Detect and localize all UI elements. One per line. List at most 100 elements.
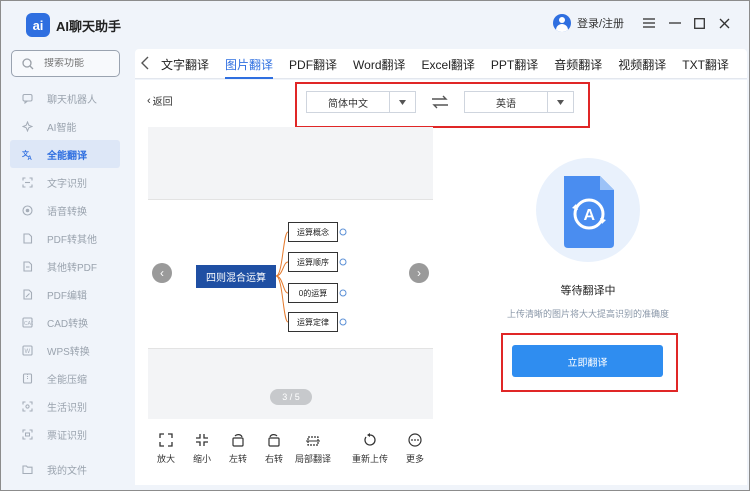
- reupload-button[interactable]: 重新上传: [352, 432, 388, 465]
- sidebar-item-label: 全能翻译: [47, 150, 87, 162]
- chevron-down-icon: [547, 92, 573, 112]
- folder-icon: [22, 464, 33, 474]
- chevron-left-icon: ‹: [160, 266, 164, 280]
- mindmap-root: 四则混合运算: [196, 265, 276, 288]
- sidebar-item-cad[interactable]: CAD CAD转换: [10, 308, 120, 336]
- sidebar-item-pdf-edit[interactable]: PDF编辑: [10, 280, 120, 308]
- source-language-select[interactable]: 简体中文: [306, 91, 416, 113]
- translate-now-button[interactable]: 立即翻译: [512, 345, 663, 377]
- tab-ppt-translate[interactable]: PPT翻译: [483, 49, 546, 79]
- search-input[interactable]: [44, 58, 104, 69]
- status-title: 等待翻译中: [560, 285, 616, 297]
- rotate-right-button[interactable]: 右转: [257, 432, 291, 465]
- zoom-out-button[interactable]: 缩小: [185, 432, 219, 465]
- pdf-edit-icon: [22, 288, 33, 300]
- tool-label: 右转: [264, 454, 283, 464]
- rotate-right-icon: [266, 432, 282, 448]
- svg-text:A: A: [28, 156, 33, 160]
- zoom-in-button[interactable]: 放大: [149, 432, 183, 465]
- sidebar-item-label: 聊天机器人: [47, 94, 97, 106]
- translate-illustration: A: [536, 158, 640, 262]
- cad-icon: CAD: [22, 316, 33, 328]
- sidebar: ai AI聊天助手 聊天机器人 AI智能 文A 全能翻译 文字识别 语音转换 PD…: [2, 2, 129, 490]
- swap-languages-icon[interactable]: [431, 95, 449, 109]
- close-button[interactable]: [716, 15, 732, 31]
- search-box[interactable]: [11, 50, 120, 77]
- sidebar-item-label: 文字识别: [47, 178, 87, 190]
- sidebar-item-compress[interactable]: 全能压缩: [10, 364, 120, 392]
- sidebar-item-label: 语音转换: [47, 206, 87, 218]
- svg-text:W: W: [25, 349, 31, 355]
- tab-word-translate[interactable]: Word翻译: [345, 49, 413, 79]
- tab-image-translate[interactable]: 图片翻译: [217, 49, 281, 79]
- maximize-button[interactable]: [691, 15, 707, 31]
- sidebar-item-chatbot[interactable]: 聊天机器人: [10, 84, 120, 112]
- rotate-left-button[interactable]: 左转: [221, 432, 255, 465]
- more-icon: [407, 432, 423, 448]
- language-selector-group: 简体中文 英语: [295, 82, 590, 128]
- image-preview: 四则混合运算 运算概念 运算顺序 0的运算 运算定律 ‹ › 3 / 5: [148, 127, 433, 419]
- source-language-value: 简体中文: [328, 98, 368, 110]
- tool-label: 左转: [228, 454, 247, 464]
- sidebar-item-ticket[interactable]: 票证识别: [10, 420, 120, 448]
- target-language-select[interactable]: 英语: [464, 91, 574, 113]
- app-brand: ai AI聊天助手: [26, 13, 121, 37]
- mindmap-node: 0的运算: [288, 283, 338, 303]
- partial-translate-button[interactable]: 局部翻译: [295, 432, 332, 465]
- sidebar-item-label: PDF转其他: [47, 234, 97, 246]
- rotate-left-icon: [230, 432, 246, 448]
- ocr-icon: [22, 176, 33, 188]
- sidebar-item-voice[interactable]: 语音转换: [10, 196, 120, 224]
- svg-text:CAD: CAD: [24, 321, 33, 327]
- svg-text:A: A: [584, 207, 596, 224]
- shrink-icon: [194, 432, 210, 448]
- tool-label: 局部翻译: [295, 454, 332, 464]
- login-label: 登录/注册: [577, 18, 625, 30]
- translate-tab-bar: 文字翻译 图片翻译 PDF翻译 Word翻译 Excel翻译 PPT翻译 音频翻…: [135, 49, 747, 79]
- page-indicator: 3 / 5: [270, 389, 312, 405]
- sidebar-item-wps[interactable]: W WPS转换: [10, 336, 120, 364]
- sidebar-item-pdf-to-other[interactable]: PDF转其他: [10, 224, 120, 252]
- tabs: 文字翻译 图片翻译 PDF翻译 Word翻译 Excel翻译 PPT翻译 音频翻…: [153, 49, 737, 79]
- compress-icon: [22, 372, 33, 384]
- sidebar-item-ocr[interactable]: 文字识别: [10, 168, 120, 196]
- sidebar-item-translate[interactable]: 文 A 全能翻译: [10, 140, 120, 168]
- ticket-icon: [22, 428, 33, 440]
- sidebar-item-other-to-pdf[interactable]: 其他转PDF: [10, 252, 120, 280]
- life-icon: [22, 400, 33, 412]
- sidebar-item-label: 票证识别: [47, 430, 87, 442]
- previous-image-button[interactable]: ‹: [152, 263, 172, 283]
- minimize-button[interactable]: [667, 15, 683, 31]
- mindmap-node: 运算顺序: [288, 252, 338, 272]
- tab-video-translate[interactable]: 视频翻译: [610, 49, 674, 79]
- target-language-value: 英语: [496, 98, 516, 110]
- tab-pdf-translate[interactable]: PDF翻译: [281, 49, 345, 79]
- hamburger-icon: [643, 18, 655, 28]
- to-pdf-icon: [22, 260, 33, 272]
- chevron-down-icon: [389, 92, 415, 112]
- chat-icon: [22, 93, 33, 104]
- tab-excel-translate[interactable]: Excel翻译: [414, 49, 483, 79]
- sidebar-item-life[interactable]: 生活识别: [10, 392, 120, 420]
- close-icon: [719, 18, 729, 28]
- sidebar-item-ai[interactable]: AI智能: [10, 112, 120, 140]
- sidebar-item-label: 我的文件: [47, 465, 87, 477]
- sidebar-item-my-files[interactable]: 我的文件: [10, 455, 120, 483]
- translate-icon: 文A: [22, 149, 33, 160]
- tab-txt-translate[interactable]: TXT翻译: [674, 49, 737, 79]
- tool-label: 更多: [405, 454, 424, 464]
- tab-audio-translate[interactable]: 音频翻译: [546, 49, 610, 79]
- tool-label: 缩小: [192, 454, 211, 464]
- more-button[interactable]: 更多: [398, 432, 432, 465]
- login-button[interactable]: 登录/注册: [553, 14, 624, 32]
- back-link[interactable]: ‹ 返回: [147, 93, 173, 109]
- tab-text-translate[interactable]: 文字翻译: [153, 49, 217, 79]
- back-label: 返回: [152, 97, 173, 108]
- chevron-left-icon[interactable]: [139, 56, 151, 70]
- refresh-icon: [362, 432, 378, 448]
- next-image-button[interactable]: ›: [409, 263, 429, 283]
- ai-icon: [22, 120, 33, 132]
- avatar: [553, 14, 571, 32]
- menu-button[interactable]: [641, 15, 657, 31]
- chevron-left-icon: ‹: [147, 94, 151, 107]
